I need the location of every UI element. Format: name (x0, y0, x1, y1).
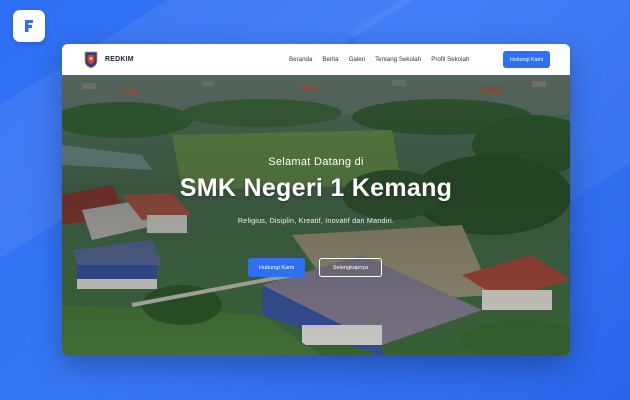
navbar: REDKIM Beranda Berita Galeri Tentang Sek… (62, 44, 570, 75)
f-logo-icon (25, 20, 33, 32)
hero-title: SMK Negeri 1 Kemang (179, 174, 453, 202)
hero-more-button[interactable]: Selengkapnya (319, 258, 382, 277)
brand[interactable]: REDKIM (84, 51, 134, 69)
school-emblem-icon (84, 51, 98, 68)
app-logo[interactable] (13, 10, 45, 42)
nav-link-profil-sekolah[interactable]: Profil Sekolah (431, 56, 469, 63)
hero-welcome: Selamat Datang di (268, 156, 364, 168)
nav-link-beranda[interactable]: Beranda (289, 56, 312, 63)
nav-link-tentang-sekolah[interactable]: Tentang Sekolah (375, 56, 421, 63)
hero-content: Selamat Datang di SMK Negeri 1 Kemang Re… (62, 75, 570, 356)
hero-tagline: Religius, Disiplin, Kreatif, Inovatif da… (237, 216, 395, 225)
hero-section: Selamat Datang di SMK Negeri 1 Kemang Re… (62, 75, 570, 356)
contact-button[interactable]: Hubungi Kami (503, 51, 550, 68)
hero-contact-button[interactable]: Hubungi Kami (248, 258, 305, 277)
nav-link-berita[interactable]: Berita (322, 56, 338, 63)
brand-name: REDKIM (105, 56, 134, 63)
nav-link-galeri[interactable]: Galeri (349, 56, 366, 63)
nav-menu: Beranda Berita Galeri Tentang Sekolah Pr… (289, 44, 479, 75)
website-preview: REDKIM Beranda Berita Galeri Tentang Sek… (62, 44, 570, 356)
